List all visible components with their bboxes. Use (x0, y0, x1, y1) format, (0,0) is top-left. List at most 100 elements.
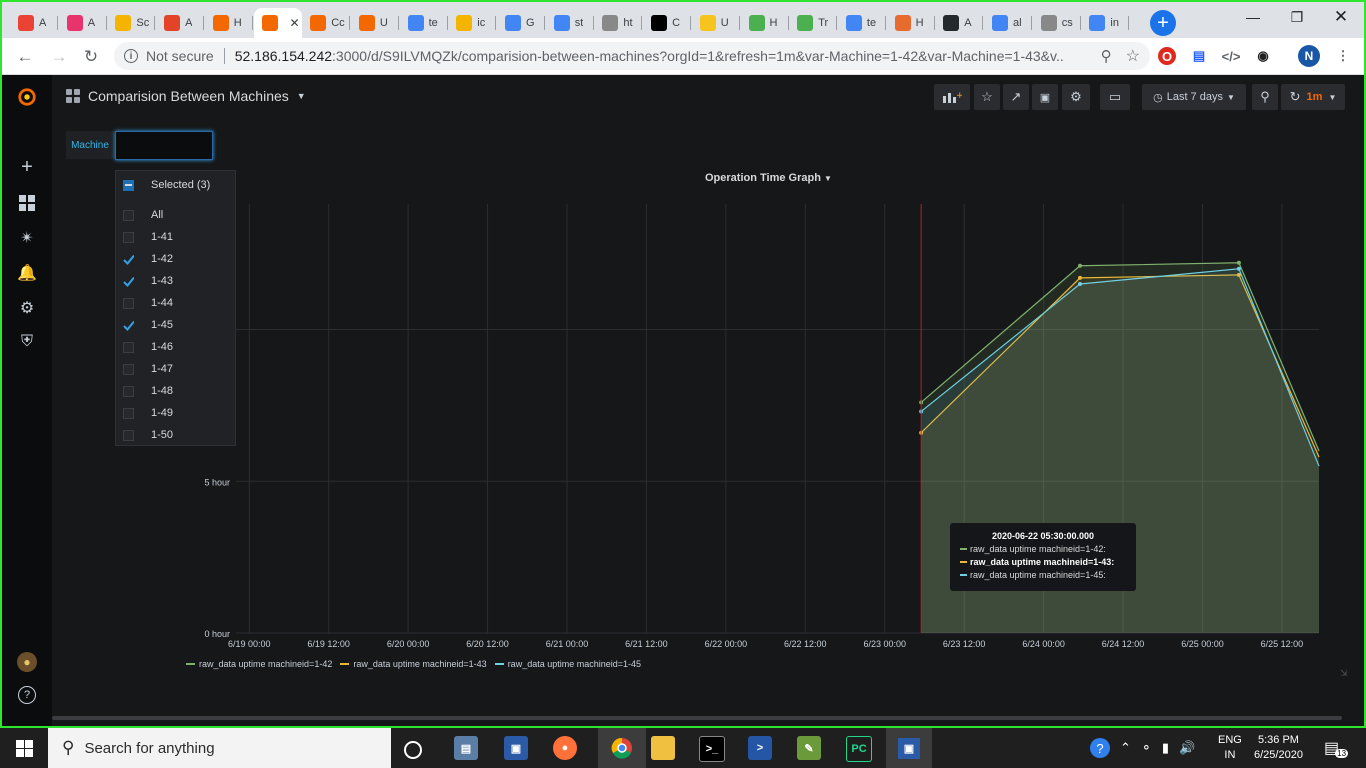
settings-gear-button[interactable]: ⚙ (1062, 84, 1090, 110)
configuration-gear-icon[interactable]: ⚙ (17, 298, 37, 318)
monitor-app-icon[interactable]: ▤ (454, 736, 478, 760)
explore-compass-icon[interactable]: ✴ (17, 228, 37, 248)
browser-tab[interactable]: te (400, 8, 448, 38)
browser-tab[interactable]: A (935, 8, 984, 38)
maximize-button[interactable]: ❐ (1274, 6, 1320, 28)
browser-tab[interactable]: U (351, 8, 399, 38)
browser-tab[interactable]: C (643, 8, 692, 38)
new-tab-button[interactable]: + (1150, 10, 1176, 36)
close-window-button[interactable]: ✕ (1318, 6, 1364, 28)
variable-option[interactable]: 1-47 (116, 358, 235, 380)
star-dashboard-button[interactable]: ☆ (974, 84, 1000, 110)
browser-tab[interactable]: cs (1033, 8, 1081, 38)
help-icon[interactable]: ? (18, 686, 36, 704)
browser-tab[interactable]: ht (594, 8, 643, 38)
server-admin-shield-icon[interactable]: ⛨ (17, 332, 37, 352)
chrome-taskbar-button[interactable] (598, 728, 646, 768)
browser-tab[interactable]: H (887, 8, 935, 38)
variable-option[interactable]: 1-44 (116, 292, 235, 314)
variable-option[interactable]: 1-43 (116, 270, 235, 292)
wifi-icon[interactable]: ⚬ (1141, 740, 1152, 756)
variable-option[interactable]: 1-50 (116, 424, 235, 446)
panel-resize-handle[interactable]: ⇲ (1340, 668, 1348, 679)
save-button[interactable]: ▣ (1032, 84, 1058, 110)
url-text[interactable]: 52.186.154.242:3000/d/S9ILVMQZk/comparis… (235, 48, 1065, 64)
info-icon[interactable]: i (124, 49, 138, 63)
back-button[interactable]: ← (12, 44, 38, 70)
notepad-plus-icon[interactable]: ✎ (797, 736, 821, 760)
zoom-out-button[interactable]: ⚲ (1252, 84, 1278, 110)
notification-center-button[interactable]: ▤ 13 (1324, 728, 1349, 768)
variable-option[interactable]: 1-46 (116, 336, 235, 358)
panel-title-button[interactable]: Operation Time Graph ▼ (705, 172, 832, 184)
devtools-ext-icon[interactable]: </> (1222, 47, 1241, 65)
legend-item[interactable]: raw_data uptime machineid=1-43 (340, 659, 487, 669)
terminal-icon[interactable]: >_ (699, 736, 725, 762)
help-tray-icon[interactable]: ? (1090, 738, 1110, 758)
dashboard-title-button[interactable]: Comparision Between Machines ▼ (66, 88, 306, 104)
windows-start-button[interactable] (0, 728, 48, 768)
browser-tab[interactable]: U (692, 8, 740, 38)
legend-item[interactable]: raw_data uptime machineid=1-42 (186, 659, 332, 669)
browser-tab[interactable]: A (10, 8, 58, 38)
add-panel-button[interactable]: + (934, 84, 970, 110)
browser-tab[interactable]: te (838, 8, 886, 38)
tv-mode-button[interactable]: ▭ (1100, 84, 1130, 110)
browser-tab[interactable]: G (497, 8, 545, 38)
volume-icon[interactable]: 🔊 (1179, 740, 1195, 756)
variable-option[interactable]: 1-48 (116, 380, 235, 402)
close-tab-icon[interactable]: ✕ (290, 16, 300, 30)
reload-button[interactable]: ↻ (78, 44, 104, 70)
task-view-icon[interactable] (404, 741, 422, 759)
browser-tab[interactable]: H (741, 8, 789, 38)
alerting-bell-icon[interactable]: 🔔 (17, 263, 37, 283)
time-picker-button[interactable]: ◷ Last 7 days ▼ (1142, 84, 1246, 110)
pycharm-icon[interactable]: PC (846, 736, 872, 762)
menu-kebab-icon[interactable]: ⋮ (1334, 47, 1352, 65)
variable-option[interactable]: 1-45 (116, 314, 235, 336)
chevron-up-icon[interactable]: ⌃ (1120, 740, 1131, 756)
dashboards-icon[interactable] (17, 193, 37, 213)
variable-selected-summary[interactable]: Selected (3) (116, 174, 235, 196)
zoom-icon[interactable]: ⚲ (1101, 47, 1112, 65)
firefox-icon[interactable]: ● (553, 736, 577, 760)
browser-tab[interactable]: H (205, 8, 253, 38)
browser-tab[interactable]: A (59, 8, 107, 38)
address-bar[interactable]: i Not secure 52.186.154.242:3000/d/S9ILV… (114, 42, 1150, 70)
browser-tab[interactable]: st (546, 8, 594, 38)
battery-icon[interactable]: ▮ (1162, 740, 1169, 756)
browser-tab[interactable]: Cc (302, 8, 351, 38)
variable-option[interactable]: 1-42 (116, 248, 235, 270)
language-indicator[interactable]: ENG IN (1218, 728, 1242, 768)
browser-tab[interactable]: A (156, 8, 205, 38)
profile-avatar[interactable]: N (1298, 45, 1320, 67)
create-plus-icon[interactable]: + (17, 156, 37, 178)
clock[interactable]: 5:36 PM 6/25/2020 (1254, 728, 1303, 768)
browser-tab[interactable]: ic (448, 8, 497, 38)
browser-tab[interactable]: Tr (789, 8, 838, 38)
browser-tab[interactable]: ✕ (253, 8, 302, 38)
file-explorer-icon[interactable] (651, 736, 675, 760)
horizontal-scrollbar[interactable] (52, 716, 1342, 720)
variable-search-input[interactable] (115, 131, 213, 160)
browser-tab[interactable]: al (984, 8, 1032, 38)
network-app-icon[interactable]: ▣ (504, 736, 528, 760)
browser-tab[interactable]: in (1081, 8, 1130, 38)
share-button[interactable]: ↗ (1003, 84, 1029, 110)
forward-button[interactable]: → (46, 44, 72, 70)
browser-tab[interactable]: Sc (107, 8, 156, 38)
variable-option[interactable]: All (116, 204, 235, 226)
variable-option[interactable]: 1-41 (116, 226, 235, 248)
grafana-logo-icon[interactable] (17, 87, 37, 107)
user-avatar[interactable]: ● (17, 652, 37, 672)
variable-option[interactable]: 1-49 (116, 402, 235, 424)
legend-item[interactable]: raw_data uptime machineid=1-45 (494, 659, 641, 669)
bookmark-star-icon[interactable]: ☆ (1126, 46, 1140, 66)
reader-ext-icon[interactable]: ▤ (1190, 47, 1208, 65)
screencast-ext-icon[interactable]: ◉ (1254, 47, 1272, 65)
taskbar-search-box[interactable]: ⚲ Search for anything (48, 728, 391, 768)
powershell-icon[interactable]: > (748, 736, 772, 760)
refresh-picker-button[interactable]: ↻ 1m ▼ (1281, 84, 1345, 110)
network-tool-taskbar-button[interactable]: ▣ (886, 728, 932, 768)
minimize-button[interactable]: — (1230, 6, 1276, 28)
